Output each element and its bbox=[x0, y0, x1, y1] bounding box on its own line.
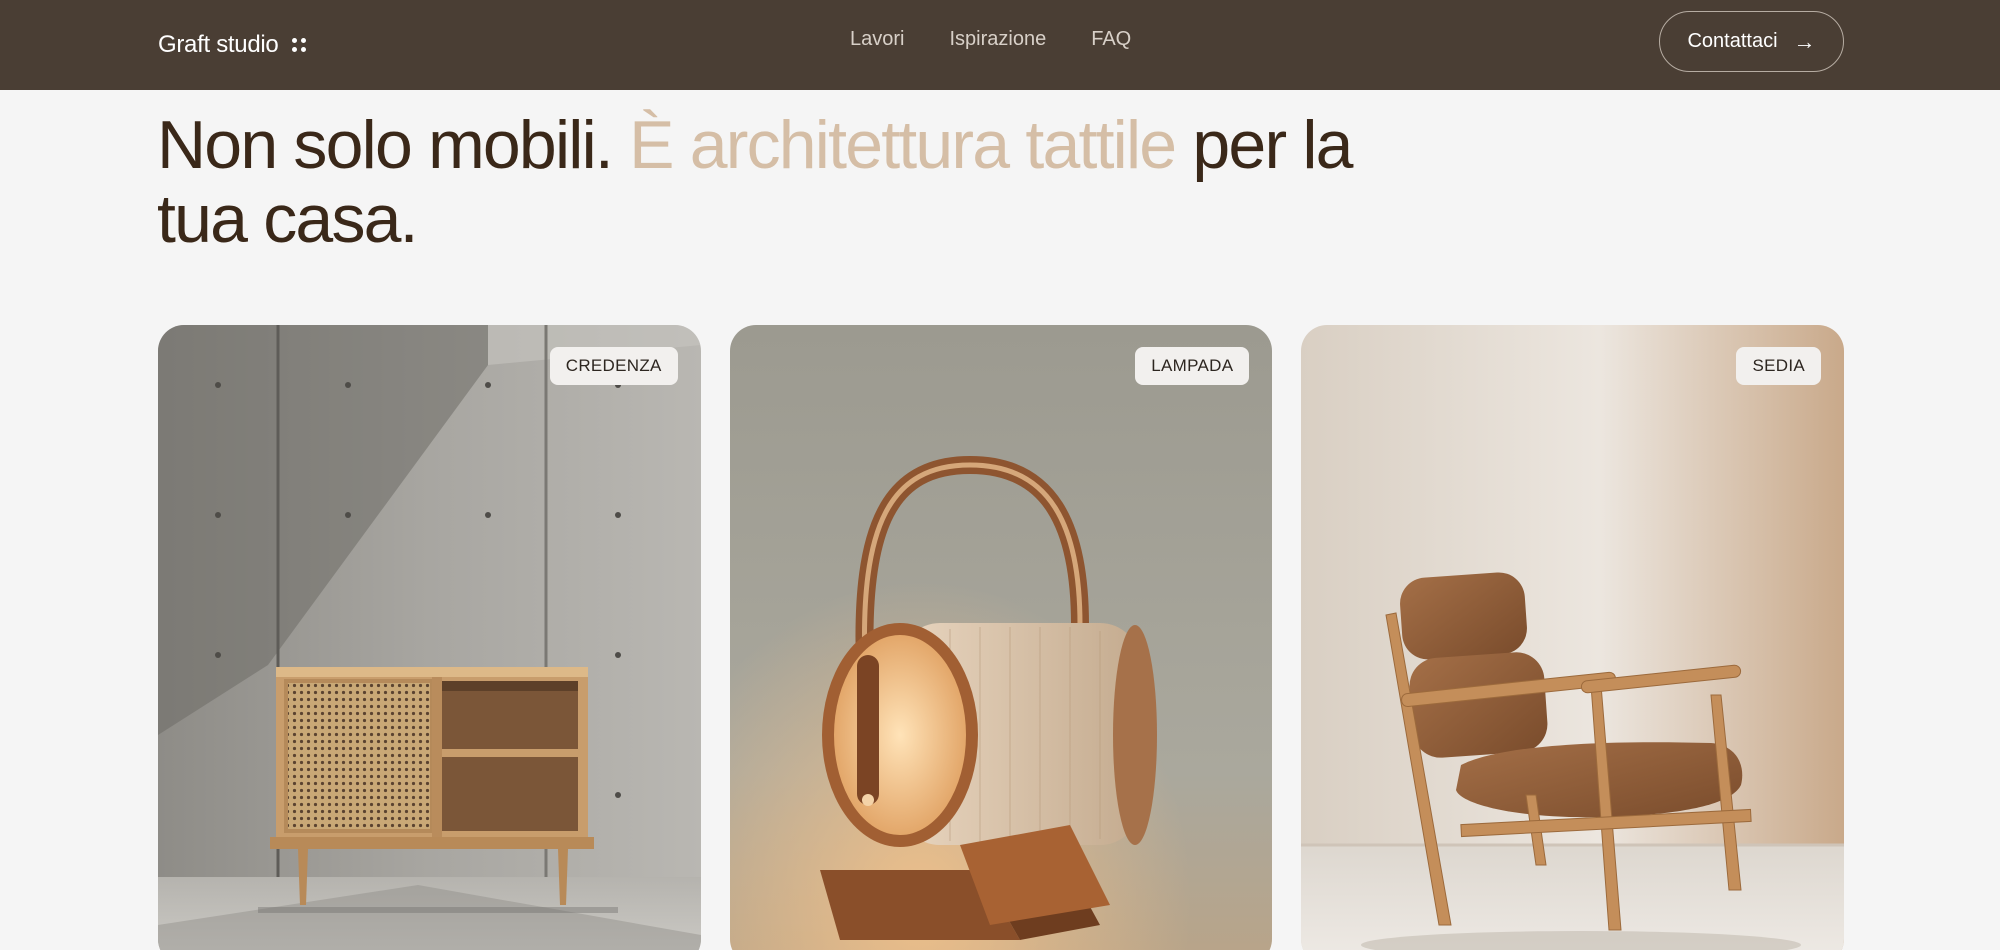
product-card-lampada[interactable]: LAMPADA bbox=[729, 325, 1273, 950]
hero-title-accent: È architettura tattile bbox=[629, 107, 1177, 183]
contact-button[interactable]: Contattaci → bbox=[1659, 11, 1844, 72]
product-card-credenza[interactable]: CREDENZA bbox=[158, 325, 701, 950]
product-cards: CREDENZA LAMPADA SEDIA bbox=[158, 325, 1845, 950]
arrow-right-icon: → bbox=[1793, 28, 1816, 54]
nav-link-faq[interactable]: FAQ bbox=[1091, 28, 1131, 51]
card-badge: SEDIA bbox=[1736, 347, 1822, 385]
product-card-sedia[interactable]: SEDIA bbox=[1301, 325, 1845, 950]
top-navbar: Graft studio Lavori Ispirazione FAQ Cont… bbox=[0, 0, 2000, 90]
lamp-image bbox=[729, 325, 1273, 950]
dots-logo-icon bbox=[292, 38, 307, 52]
main-nav: Lavori Ispirazione FAQ bbox=[850, 28, 1131, 51]
hero-title-part1: Non solo mobili. bbox=[157, 107, 630, 183]
card-badge: LAMPADA bbox=[1135, 347, 1250, 385]
brand-logo[interactable]: Graft studio bbox=[158, 25, 307, 65]
nav-link-lavori[interactable]: Lavori bbox=[850, 28, 904, 51]
sideboard-image bbox=[158, 325, 701, 950]
nav-link-ispirazione[interactable]: Ispirazione bbox=[949, 28, 1046, 51]
chair-image bbox=[1301, 325, 1845, 950]
brand-name: Graft studio bbox=[158, 31, 279, 58]
contact-button-label: Contattaci bbox=[1687, 30, 1778, 52]
hero-title: Non solo mobili. È architettura tattile … bbox=[157, 108, 1457, 256]
card-badge: CREDENZA bbox=[549, 347, 678, 385]
